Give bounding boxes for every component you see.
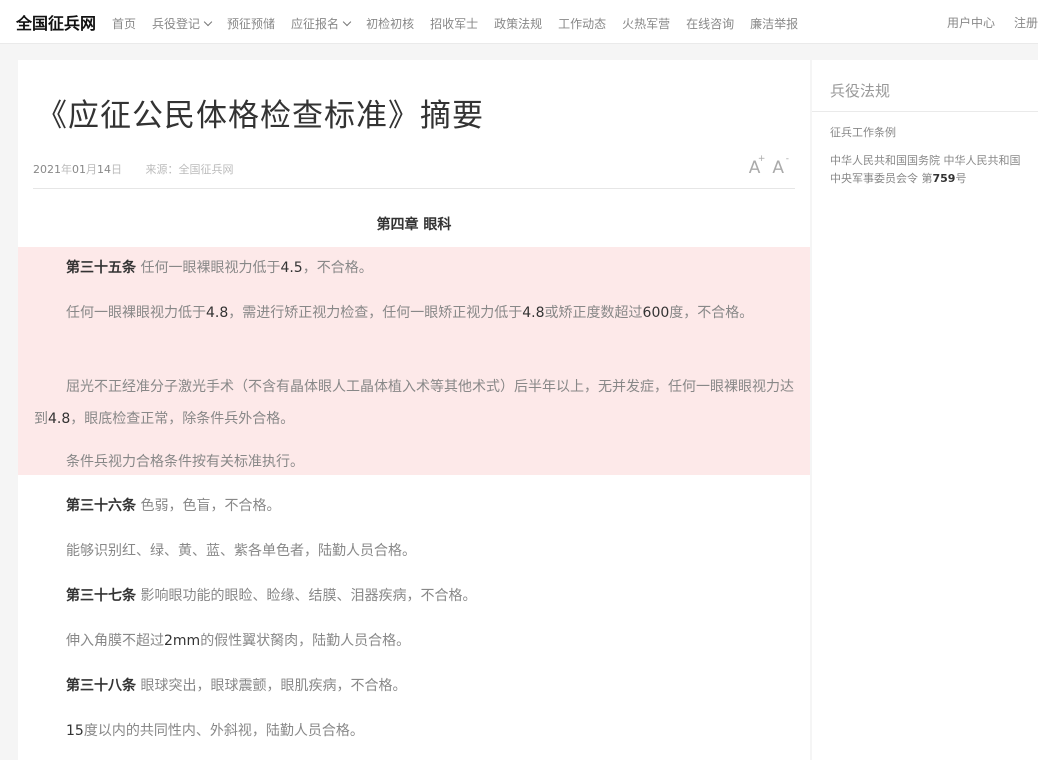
article-paragraph-10: 15度以内的共同性内、外斜视，陆勤人员合格。 bbox=[66, 723, 364, 739]
register-link[interactable]: 注册 bbox=[1014, 14, 1038, 31]
nav-item-home[interactable]: 首页 bbox=[112, 14, 136, 32]
nav-item-policy[interactable]: 政策法规 bbox=[494, 14, 542, 32]
nav-item-consult[interactable]: 在线咨询 bbox=[686, 14, 734, 32]
article-paragraph-2: 任何一眼裸眼视力低于4.8，需进行矫正视力检查，任何一眼矫正视力低于4.8或矫正… bbox=[66, 305, 754, 321]
nav-item-registration[interactable]: 兵役登记 bbox=[152, 14, 213, 32]
plus-icon: + bbox=[757, 154, 766, 164]
article-paragraph-3: 屈光不正经准分子激光手术（不含有晶体眼人工晶体植入术等其他术式）后半年以上，无并… bbox=[34, 379, 794, 427]
article-paragraph-9: 第三十八条 眼球突出，眼球震颤，眼肌疾病，不合格。 bbox=[66, 678, 407, 694]
article-paragraph-5: 第三十六条 色弱，色盲，不合格。 bbox=[66, 498, 281, 514]
chevron-down-icon bbox=[203, 17, 213, 26]
main-menu: 首页 兵役登记 预征预储 应征报名 初检初核 招收军士 政策法规 工作动态 火热… bbox=[112, 14, 814, 32]
site-logo[interactable]: 全国征兵网 bbox=[16, 10, 96, 34]
minus-icon: - bbox=[785, 154, 789, 164]
sidebar-title: 兵役法规 bbox=[830, 82, 891, 100]
nav-item-nco-recruit[interactable]: 招收军士 bbox=[430, 14, 478, 32]
article-paragraph-6: 能够识别红、绿、黄、蓝、紫各单色者，陆勤人员合格。 bbox=[66, 543, 416, 559]
font-size-tools: A + A- bbox=[737, 154, 789, 178]
nav-item-initial-check[interactable]: 初检初核 bbox=[366, 14, 414, 32]
article-paragraph-8: 伸入角膜不超过2mm的假性翼状胬肉，陆勤人员合格。 bbox=[66, 633, 411, 649]
nav-item-pre-enlist[interactable]: 预征预储 bbox=[227, 14, 275, 32]
font-increase-button[interactable]: A + bbox=[749, 154, 766, 178]
sidebar: 兵役法规 征兵工作条例 中华人民共和国国务院 中华人民共和国中央军事委员会令 第… bbox=[812, 60, 1038, 760]
nav-item-apply[interactable]: 应征报名 bbox=[291, 14, 352, 32]
article-date: 2021年01月14日 bbox=[33, 163, 122, 176]
article-paragraph-7: 第三十七条 影响眼功能的眼睑、睑缘、结膜、泪器疾病，不合格。 bbox=[66, 588, 477, 604]
chapter-heading: 第四章 眼科 bbox=[376, 217, 452, 233]
sidebar-divider bbox=[812, 111, 1038, 112]
chevron-down-icon bbox=[342, 17, 352, 26]
meta-divider bbox=[33, 188, 795, 189]
article-title: 《应征公民体格检查标准》摘要 bbox=[36, 98, 484, 134]
user-nav: 用户中心 注册 bbox=[928, 14, 1038, 31]
article-meta: 2021年01月14日 来源：全国征兵网 bbox=[33, 161, 234, 177]
nav-item-report[interactable]: 廉洁举报 bbox=[750, 14, 798, 32]
sidebar-link-conscription-regulations[interactable]: 征兵工作条例 bbox=[830, 124, 896, 140]
nav-item-camp[interactable]: 火热军营 bbox=[622, 14, 670, 32]
font-decrease-button[interactable]: A- bbox=[772, 154, 789, 178]
nav-item-news[interactable]: 工作动态 bbox=[558, 14, 606, 32]
article-paragraph-4: 条件兵视力合格条件按有关标准执行。 bbox=[66, 454, 304, 470]
article-paragraph-1: 第三十五条 任何一眼裸眼视力低于4.5，不合格。 bbox=[66, 260, 373, 276]
top-nav: 全国征兵网 首页 兵役登记 预征预储 应征报名 初检初核 招收军士 政策法规 工… bbox=[0, 0, 1038, 44]
sidebar-link-state-council-order[interactable]: 中华人民共和国国务院 中华人民共和国中央军事委员会令 第759号 bbox=[830, 152, 1026, 188]
article-card: 《应征公民体格检查标准》摘要 2021年01月14日 来源：全国征兵网 A + A… bbox=[18, 60, 810, 760]
user-center-link[interactable]: 用户中心 bbox=[947, 14, 995, 31]
article-source: 来源：全国征兵网 bbox=[145, 163, 234, 176]
